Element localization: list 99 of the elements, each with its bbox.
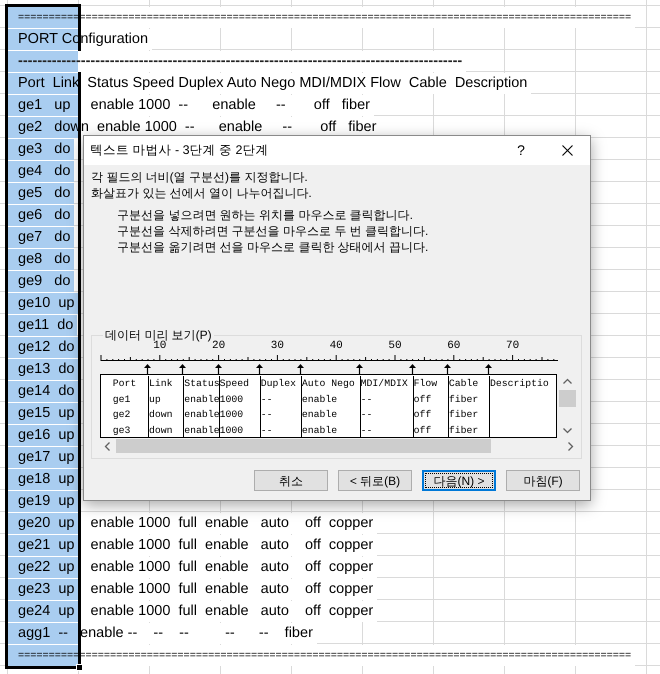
preview-cell-text: off: [414, 424, 432, 437]
scroll-left-icon[interactable]: [104, 442, 110, 450]
cell-text: ge1 up enable 1000 -- enable -- off fiber: [7, 95, 374, 116]
cell-text: agg1 -- enable -- -- -- -- -- fiber: [7, 623, 317, 644]
cell-text: ge9 do: [7, 271, 74, 292]
ruler-number: 20: [212, 340, 226, 352]
group-label: 데이터 미리 보기(P): [104, 328, 212, 342]
help-button[interactable]: ?: [498, 136, 544, 165]
ruler-number: 40: [330, 340, 343, 352]
column-break-arrow-icon[interactable]: [256, 364, 263, 374]
scroll-right-icon[interactable]: [568, 442, 574, 450]
preview-cell-text: Link: [149, 377, 174, 391]
scroll-thumb[interactable]: [558, 390, 576, 407]
tip-text: 구분선을 옮기려면 선을 마우스로 클릭한 상태에서 끕니다.: [117, 239, 430, 255]
cell-text: ge23 up enable 1000 full enable auto off copper: [7, 579, 378, 600]
ruler-number: 60: [447, 340, 460, 352]
cell-text: ge6 do: [7, 205, 74, 226]
preview-cell-text: --: [360, 424, 374, 437]
dialog-button[interactable]: < 뒤로(B): [338, 470, 412, 491]
preview-cell-text: ge1: [112, 392, 132, 406]
cell-text: ge17 up: [7, 447, 78, 468]
preview-cell-text: Duplex: [260, 377, 297, 391]
preview-cell-text: Descriptio: [490, 377, 550, 391]
cell-text: ge16 up: [7, 425, 78, 446]
scroll-thumb[interactable]: [116, 439, 491, 453]
preview-cell-text: --: [260, 392, 274, 406]
cell-text: ge18 up: [7, 469, 78, 490]
column-break-arrow-icon[interactable]: [144, 364, 152, 374]
preview-cell-text: --: [260, 424, 274, 437]
cell-text: ge20 up enable 1000 full enable auto off copper: [7, 513, 378, 534]
preview-cell-text: fiber: [448, 392, 480, 406]
column-break-arrow-icon[interactable]: [179, 364, 186, 374]
preview-cell-text: down: [149, 424, 174, 437]
cell-text: ge8 do: [7, 249, 74, 270]
preview-cell-text: Cable: [448, 377, 480, 391]
preview-cell-text: enable: [302, 408, 338, 422]
cell-text: ge22 up enable 1000 full enable auto off copper: [7, 557, 378, 578]
preview-cell-text: off: [414, 392, 432, 406]
dialog-button[interactable]: 마침(F): [506, 470, 580, 491]
preview-cell-text: MDI/MDIX: [360, 377, 409, 391]
cell-text: ge21 up enable 1000 full enable auto off copper: [7, 535, 378, 556]
preview-cell-text: 1000: [220, 392, 244, 406]
column-break-arrow-icon[interactable]: [444, 364, 451, 374]
cell-text: ge10 up: [7, 293, 78, 314]
preview-cell-text: fiber: [448, 408, 480, 422]
close-icon: [562, 145, 572, 156]
preview-cell-text: --: [260, 408, 274, 422]
column-break-arrow-icon[interactable]: [356, 364, 363, 374]
tip-text: 구분선을 삭제하려면 구분선을 마우스로 두 번 클릭합니다.: [117, 223, 430, 239]
cell-text: ge12 do: [7, 337, 78, 358]
preview-cell-text: Speed: [220, 377, 250, 391]
column-break-arrow-icon[interactable]: [214, 364, 222, 374]
preview-cell-text: enable: [184, 408, 219, 422]
cell-text: ge3 do: [7, 139, 74, 160]
preview-cell-text: Status: [184, 377, 219, 391]
preview-cell-text: enable: [302, 392, 338, 406]
cell-text: --------------------------------------------------------------------------------------------: [7, 51, 466, 72]
dialog-button[interactable]: 다음(N) >: [422, 470, 496, 491]
instruction-text: 화살표가 있는 선에서 열이 나누어집니다.: [91, 185, 313, 201]
column-break-arrow-icon[interactable]: [485, 364, 492, 374]
preview-cell-text: down: [149, 408, 174, 422]
instruction-text: 각 필드의 너비(열 구분선)를 지정합니다.: [91, 169, 309, 185]
column-break-arrow-icon[interactable]: [296, 364, 304, 374]
ruler-number: 30: [270, 340, 284, 352]
cell-text: ge15 up: [7, 403, 78, 424]
preview-cell-text: up: [149, 392, 162, 406]
window-title: 텍스트 마법사 - 3단계 중 2단계: [89, 142, 270, 160]
preview-cell-text: fiber: [448, 424, 480, 437]
cell-text: ge11 do: [7, 315, 78, 336]
preview-cell-text: --: [360, 392, 374, 406]
preview-cell-text: ge3: [112, 424, 132, 437]
cell-text: ge5 do: [7, 183, 74, 204]
ruler-number: 10: [153, 340, 166, 352]
preview-cell-text: enable: [302, 424, 338, 437]
preview-cell-text: 1000: [220, 408, 244, 422]
cell-text: Port Link Status Speed Duplex Auto Nego MDI/MDIX Flow Cable Description: [7, 73, 532, 94]
cell-text: ge14 do: [7, 381, 78, 402]
preview-cell-text: Auto Nego: [302, 377, 356, 391]
preview-cell-text: Port: [112, 377, 138, 391]
cell-text: ge7 do: [7, 227, 74, 248]
tip-text: 구분선을 넣으려면 원하는 위치를 마우스로 클릭합니다.: [117, 207, 414, 223]
preview-cell-text: 1000: [220, 424, 244, 437]
dialog-button[interactable]: 취소: [254, 470, 328, 491]
cell-text: ge13 do: [7, 359, 78, 380]
fill-handle[interactable]: [76, 664, 83, 671]
preview-cell-text: ge2: [112, 408, 132, 422]
preview-cell-text: Flow: [414, 377, 438, 391]
preview-cell-text: off: [414, 408, 432, 422]
ruler-number: 70: [506, 340, 520, 352]
scroll-down-icon[interactable]: [562, 428, 572, 434]
preview-cell-text: --: [360, 408, 374, 422]
cell-text: ge4 do: [7, 161, 74, 182]
preview-cell-text: enable: [184, 424, 219, 437]
preview-cell-text: enable: [184, 392, 219, 406]
ruler-number: 50: [388, 340, 402, 352]
cell-text: ge19 up: [7, 491, 78, 512]
column-break-arrow-icon[interactable]: [408, 364, 416, 374]
cell-text: ge24 up enable 1000 full enable auto off copper: [7, 601, 378, 622]
scroll-up-icon[interactable]: [562, 378, 572, 384]
